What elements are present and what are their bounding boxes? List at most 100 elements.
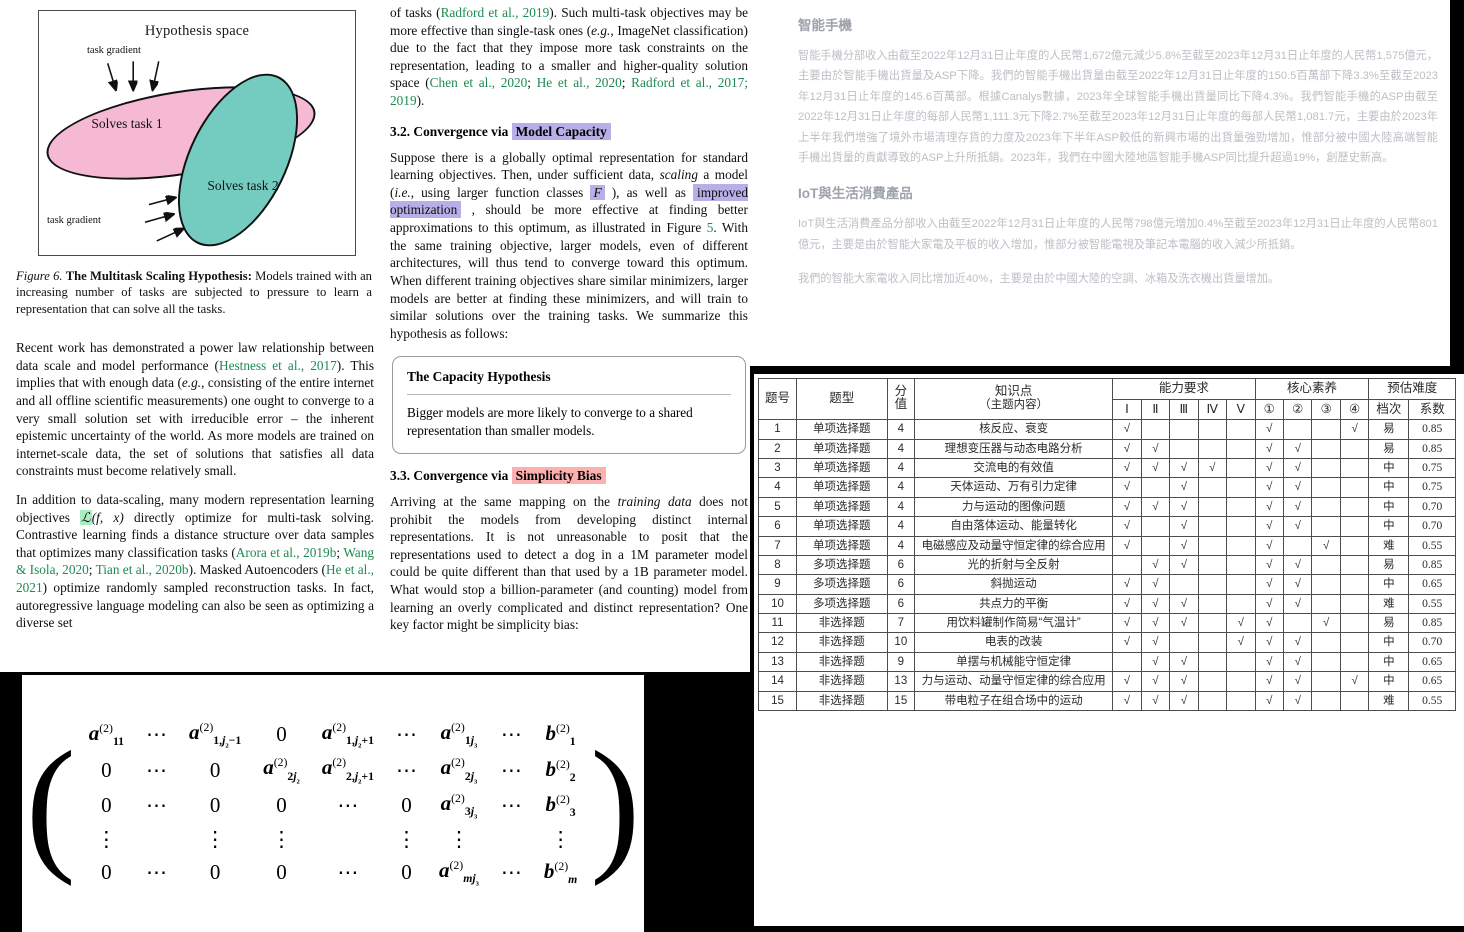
cell-ability-2: √ (1140, 496, 1171, 518)
cell-difficulty-coefficient: 0.55 (1408, 535, 1456, 556)
matrix-cell (311, 824, 385, 855)
cell-question-type: 非选择题 (795, 671, 888, 692)
cell-knowledge-point: 力与运动的图像问题 (914, 496, 1114, 518)
cell-score: 4 (886, 535, 916, 556)
section-3-3-body: Arriving at the same mapping on the trai… (390, 493, 748, 633)
figure-caption: Figure 6. The Multitask Scaling Hypothes… (16, 268, 374, 317)
cell-core-3 (1311, 671, 1341, 692)
cell-ability-4 (1197, 554, 1228, 576)
cell-knowledge-point: 力与运动、动量守恒定律的综合应用 (914, 671, 1114, 692)
matrix-cell: ⋯ (396, 722, 417, 747)
cell-score: 9 (886, 651, 916, 673)
cell-core-4 (1339, 593, 1370, 615)
table-row: 1 单项选择题 4 核反应、衰变 √ √ √ 易 0.85 (758, 419, 1456, 440)
cell-core-2: √ (1283, 554, 1313, 576)
cell-ability-4 (1197, 535, 1228, 556)
report-section-smartphone-title: 智能手機 (798, 18, 852, 33)
cell-core-3 (1311, 477, 1341, 498)
matrix-cell: 0 (276, 793, 287, 818)
matrix-cell: b(2)2 (545, 756, 576, 784)
cell-core-1: √ (1254, 535, 1285, 556)
report-section-iot-body: IoT與生活消費產品分部收入由截至2022年12月31日止年度的人民幣798億元… (798, 218, 1438, 251)
header-ability-2: Ⅱ (1140, 398, 1171, 421)
cell-ability-3: √ (1169, 516, 1199, 537)
matrix-row: ⋮ ⋮ ⋮ ⋮ ⋮ ⋮ (78, 824, 589, 855)
cell-ability-3 (1169, 632, 1199, 653)
cell-core-1: √ (1254, 457, 1285, 479)
cell-difficulty-coefficient: 0.85 (1408, 419, 1456, 440)
cell-score: 13 (886, 671, 916, 692)
cell-knowledge-point: 核反应、衰变 (914, 419, 1114, 440)
capacity-hypothesis-body: Bigger models are more likely to converg… (407, 405, 693, 438)
cell-ability-5 (1226, 438, 1256, 460)
cell-core-3 (1311, 457, 1341, 479)
table-row: 14 非选择题 13 力与运动、动量守恒定律的综合应用 √ √ √ √ √ √ 中 0.65 (758, 671, 1456, 692)
table-row: 9 多项选择题 6 斜抛运动 √ √ √ √ 中 0.65 (758, 574, 1456, 595)
table-row: 4 单项选择题 4 天体运动、万有引力定律 √ √ √ √ 中 0.75 (758, 477, 1456, 498)
cell-score: 6 (886, 554, 916, 576)
cell-knowledge-point: 单摆与机械能守恒定律 (914, 651, 1114, 673)
matrix-cell: b(2)1 (545, 721, 576, 749)
matrix-cell: ⋮ (396, 826, 417, 851)
cell-score: 4 (886, 516, 916, 537)
cell-ability-3: √ (1169, 593, 1199, 615)
cell-core-1: √ (1254, 438, 1285, 460)
cell-core-3 (1311, 419, 1341, 440)
cell-ability-3: √ (1169, 457, 1199, 479)
cell-ability-5 (1226, 671, 1256, 692)
cell-ability-3: √ (1169, 612, 1199, 634)
cell-core-2: √ (1283, 593, 1313, 615)
cell-ability-4 (1197, 651, 1228, 673)
cell-difficulty-coefficient: 0.55 (1408, 690, 1456, 711)
cell-question-no: 2 (758, 438, 797, 460)
matrix-cell: ⋯ (396, 757, 417, 782)
cell-ability-3: √ (1169, 535, 1199, 556)
cell-core-3: √ (1311, 612, 1341, 634)
cell-core-1: √ (1254, 554, 1285, 576)
cell-difficulty-coefficient: 0.65 (1408, 574, 1456, 595)
header-question-type: 题型 (795, 377, 888, 421)
cell-core-1: √ (1254, 419, 1285, 440)
cell-ability-2 (1140, 477, 1171, 498)
matrix-cell: ⋯ (500, 793, 522, 818)
matrix-cell: 0 (276, 859, 287, 884)
cell-ability-3: √ (1169, 554, 1199, 576)
cell-difficulty-coefficient: 0.65 (1408, 671, 1456, 692)
matrix-black-band: ( a(2)11 ⋯ a(2)1,j2−1 0 a(2)1,j2+1 ⋯ a(2… (0, 672, 750, 932)
cell-ability-4 (1197, 671, 1228, 692)
cell-ability-1: √ (1112, 612, 1142, 634)
mid-paragraph-intro: of tasks (Radford et al., 2019). Such mu… (390, 5, 748, 109)
cell-core-2: √ (1283, 651, 1313, 673)
cell-core-1: √ (1254, 574, 1285, 595)
matrix-cell: ⋯ (500, 722, 522, 747)
exam-table-body: 1 单项选择题 4 核反应、衰变 √ √ √ 易 0.85 2 单项选择题 4 理想变压器与动态电路分析… (758, 419, 1456, 711)
cell-ability-1: √ (1112, 535, 1142, 556)
matrix-cell: a(2)1j3 (440, 719, 478, 750)
cell-score: 4 (886, 477, 916, 498)
matrix-cell: ⋮ (550, 826, 572, 851)
cell-question-no: 13 (758, 651, 797, 673)
cell-ability-5 (1226, 477, 1256, 498)
cell-ability-1: √ (1112, 457, 1142, 479)
paper-middle-column: of tasks (Radford et al., 2019). Such mu… (390, 4, 748, 674)
cell-core-3 (1311, 516, 1341, 537)
cell-question-no: 6 (758, 516, 797, 537)
cell-ability-2 (1140, 516, 1171, 537)
cell-question-no: 7 (758, 535, 797, 556)
cell-ability-3: √ (1169, 671, 1199, 692)
cell-core-3 (1311, 593, 1341, 615)
cell-ability-2: √ (1140, 690, 1171, 711)
cell-question-no: 8 (758, 554, 797, 576)
cell-question-no: 1 (758, 419, 797, 440)
matrix-cell: 0 (101, 859, 112, 884)
cell-ability-2 (1140, 419, 1171, 440)
cell-score: 4 (886, 438, 916, 460)
cell-difficulty-coefficient: 0.70 (1408, 516, 1456, 537)
cell-core-4 (1339, 496, 1370, 518)
cell-core-2: √ (1283, 496, 1313, 518)
cell-ability-5 (1226, 651, 1256, 673)
matrix-cell: 0 (101, 793, 112, 818)
cell-ability-2: √ (1140, 612, 1171, 634)
matrix-cell: a(2)1,j2+1 (321, 719, 374, 750)
cell-core-4: √ (1339, 671, 1370, 692)
